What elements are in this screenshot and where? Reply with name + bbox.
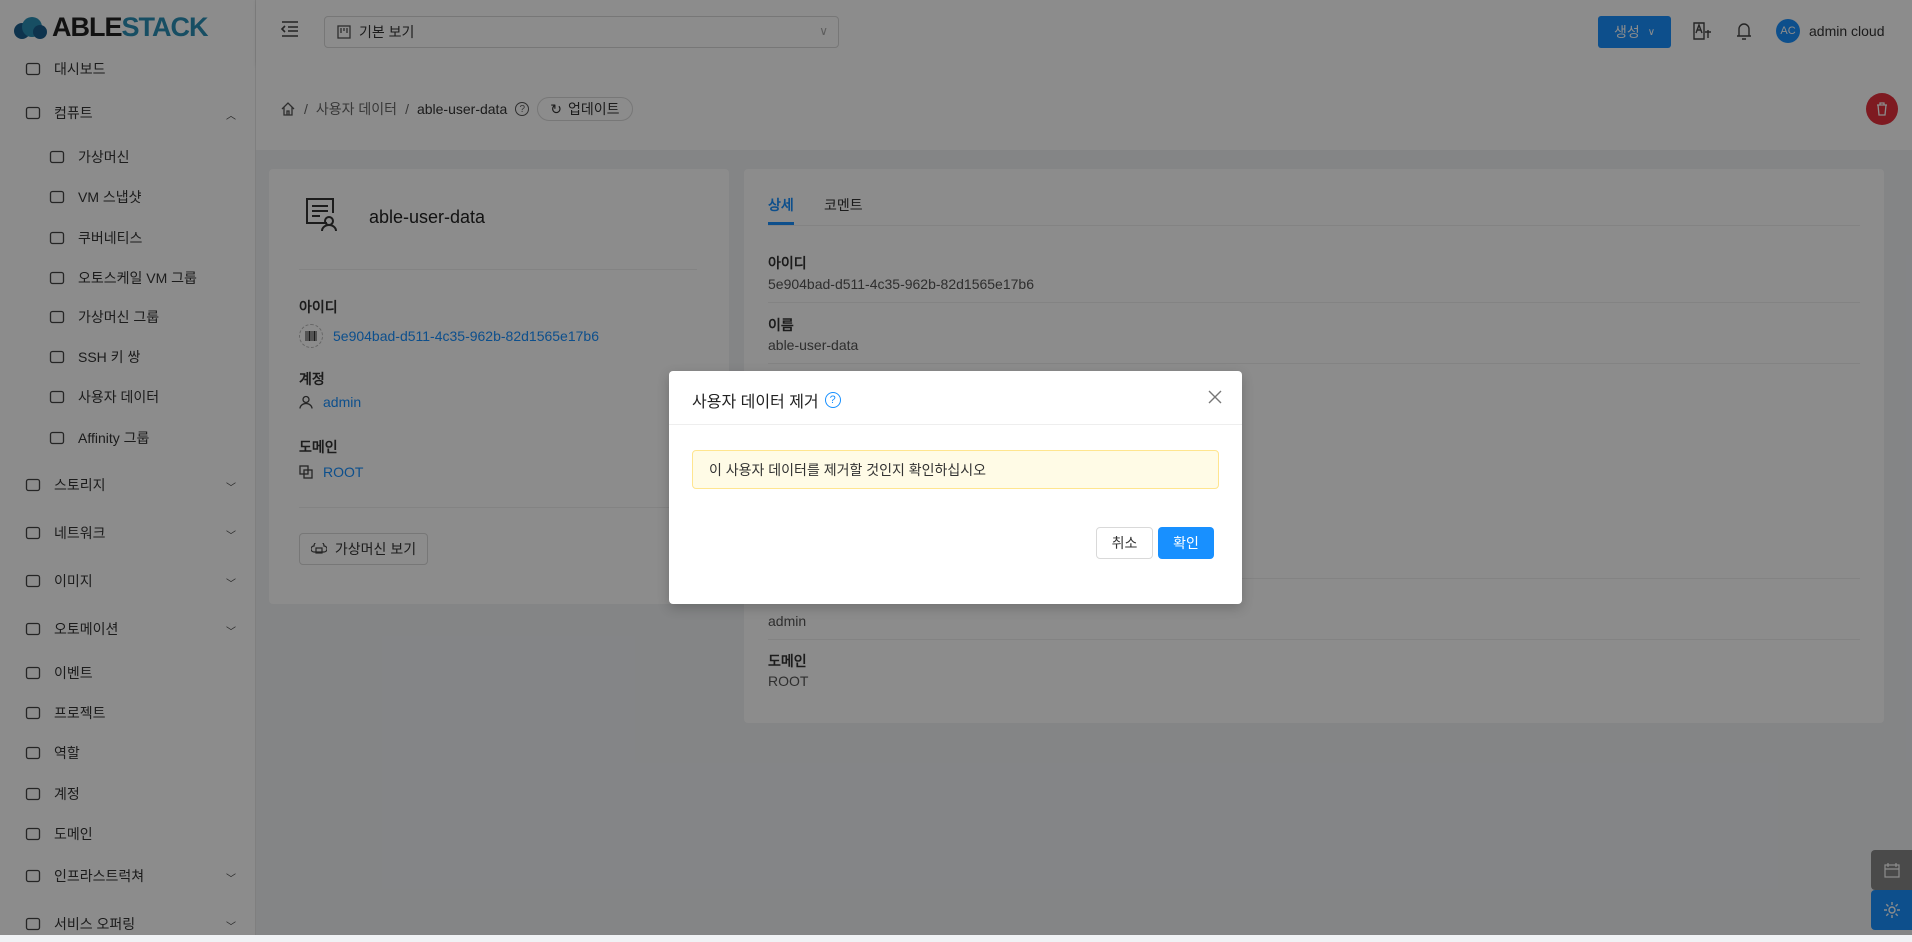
question-circle-icon[interactable]: ? xyxy=(824,392,841,408)
warning-alert: 이 사용자 데이터를 제거할 것인지 확인하십시오 xyxy=(692,450,1219,489)
delete-userdata-dialog: 사용자 데이터 제거 ? 이 사용자 데이터를 제거할 것인지 확인하십시오 취… xyxy=(669,371,1242,604)
confirm-button[interactable]: 확인 xyxy=(1158,527,1214,559)
cancel-button[interactable]: 취소 xyxy=(1096,527,1153,559)
close-icon[interactable] xyxy=(1207,389,1223,405)
dialog-divider xyxy=(669,424,1242,425)
dialog-title: 사용자 데이터 제거 xyxy=(692,394,819,411)
